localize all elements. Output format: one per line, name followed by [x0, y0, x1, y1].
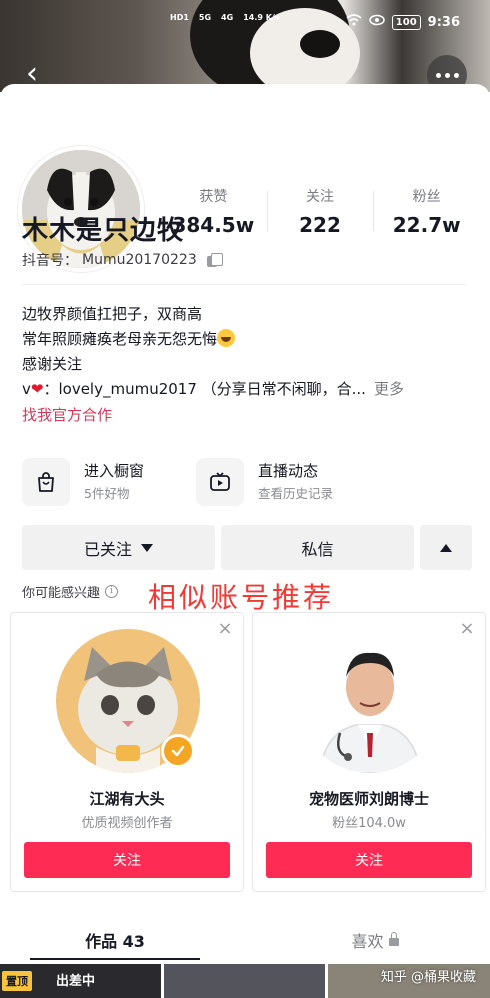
stat-value: 22.7w	[392, 213, 461, 237]
entry-subtitle: 5件好物	[84, 486, 130, 501]
profile-actions: 已关注 私信	[22, 525, 472, 570]
bio-line: v ❤ ：lovely_mumu2017 （分享日常不闲聊，合... 更多	[22, 377, 472, 402]
thumbnail-caption: 出差中	[56, 974, 96, 989]
follow-button[interactable]: 关注	[24, 842, 230, 878]
recommendation-subtitle: 优质视频创作者	[81, 816, 173, 831]
grinning-emoji-icon	[217, 329, 236, 347]
follow-button[interactable]: 关注	[266, 842, 472, 878]
tab-likes[interactable]: 喜欢	[290, 918, 460, 962]
recommendation-card[interactable]: × 宠物医师刘朗博士 粉丝104.0w 关注	[252, 612, 486, 892]
battery-indicator: 100	[391, 14, 421, 30]
collapse-recommendations-button[interactable]	[420, 525, 472, 570]
red-annotation-text: 相似账号推荐	[148, 581, 335, 614]
entry-subtitle: 查看历史记录	[258, 486, 334, 501]
stat-followers[interactable]: 粉丝 22.7w	[373, 187, 480, 247]
active-tab-indicator	[30, 958, 200, 960]
entry-title: 进入橱窗	[84, 462, 145, 480]
stat-label: 获赞	[199, 189, 228, 205]
pinned-badge: 置顶	[2, 971, 32, 991]
content-tabs: 作品 43 喜欢	[0, 918, 490, 962]
bio-line: 常年照顾瘫痪老母亲无怨无悔	[22, 327, 472, 352]
watermark: 知乎 @桶果收藏	[380, 970, 476, 985]
douyin-id-value: Mumu20170223	[82, 252, 197, 268]
video-thumbnail[interactable]	[164, 964, 325, 998]
caret-up-icon	[440, 543, 452, 552]
followed-button[interactable]: 已关注	[22, 525, 215, 570]
official-cooperation-link[interactable]: 找我官方合作	[22, 403, 112, 428]
bio-more-link[interactable]: 更多	[374, 377, 404, 402]
live-dynamics-entry[interactable]: 直播动态 查看历史记录	[196, 454, 333, 510]
entry-title: 直播动态	[258, 462, 319, 480]
lock-icon	[388, 932, 399, 946]
recommendation-name: 宠物医师刘朗博士	[308, 790, 429, 808]
profile-entries: 进入橱窗 5件好物 直播动态 查看历史记录	[22, 454, 472, 510]
video-thumbnail[interactable]: 置顶 出差中	[0, 964, 161, 998]
shopping-bag-icon	[22, 458, 70, 506]
close-icon[interactable]: ×	[459, 620, 475, 638]
heart-icon: ❤	[30, 380, 44, 398]
info-icon[interactable]: i	[105, 585, 119, 598]
stat-label: 关注	[306, 189, 334, 205]
recommendation-name: 江湖有大头	[89, 790, 165, 808]
wifi-icon	[346, 14, 362, 30]
tv-icon	[196, 458, 244, 506]
status-bar: HD1 5G 4G 14.9 K/s 100 9:36	[0, 8, 490, 34]
profile-name: 木木是只边牧	[22, 216, 185, 246]
recommendation-card[interactable]: × 江湖有大头 优质视频创作者 关注	[10, 612, 244, 892]
clock: 9:36	[427, 14, 460, 30]
bio-line: 边牧界颜值扛把子，双商高	[22, 305, 203, 323]
5g-indicator: 5G	[198, 13, 212, 22]
profile-stats: 获赞 384.5w 关注 222 粉丝 22.7w	[160, 187, 480, 247]
speed-indicator: 14.9 K/s	[243, 13, 280, 22]
douyin-id: 抖音号： Mumu20170223	[22, 250, 223, 270]
message-button[interactable]: 私信	[221, 525, 414, 570]
may-interest-label: 你可能感兴趣 i	[22, 582, 119, 601]
douyin-id-label: 抖音号：	[22, 253, 78, 269]
stat-following[interactable]: 关注 222	[266, 187, 374, 247]
4g-indicator: 4G	[221, 13, 234, 22]
stat-label: 粉丝	[412, 189, 441, 205]
stat-value: 222	[299, 213, 341, 237]
recommendation-list: × 江湖有大头 优质视频创作者 关注 × 宠物医师刘朗博士 粉丝104.0w 关…	[10, 612, 488, 892]
bio-line: 感谢关注	[22, 355, 83, 373]
showcase-entry[interactable]: 进入橱窗 5件好物	[22, 454, 144, 510]
eye-icon	[369, 14, 385, 30]
caret-down-icon	[141, 543, 153, 552]
copy-icon[interactable]	[206, 252, 223, 268]
divider	[22, 284, 466, 285]
profile-bio: 边牧界颜值扛把子，双商高 常年照顾瘫痪老母亲无怨无悔 感谢关注 v ❤ ：lovel…	[22, 302, 472, 402]
doctor-avatar[interactable]	[298, 629, 442, 773]
hd1-indicator: HD1	[170, 13, 189, 22]
recommendation-subtitle: 粉丝104.0w	[332, 816, 406, 831]
tab-works[interactable]: 作品 43	[30, 918, 200, 962]
close-icon[interactable]: ×	[217, 620, 233, 638]
verified-badge-icon	[161, 734, 195, 768]
